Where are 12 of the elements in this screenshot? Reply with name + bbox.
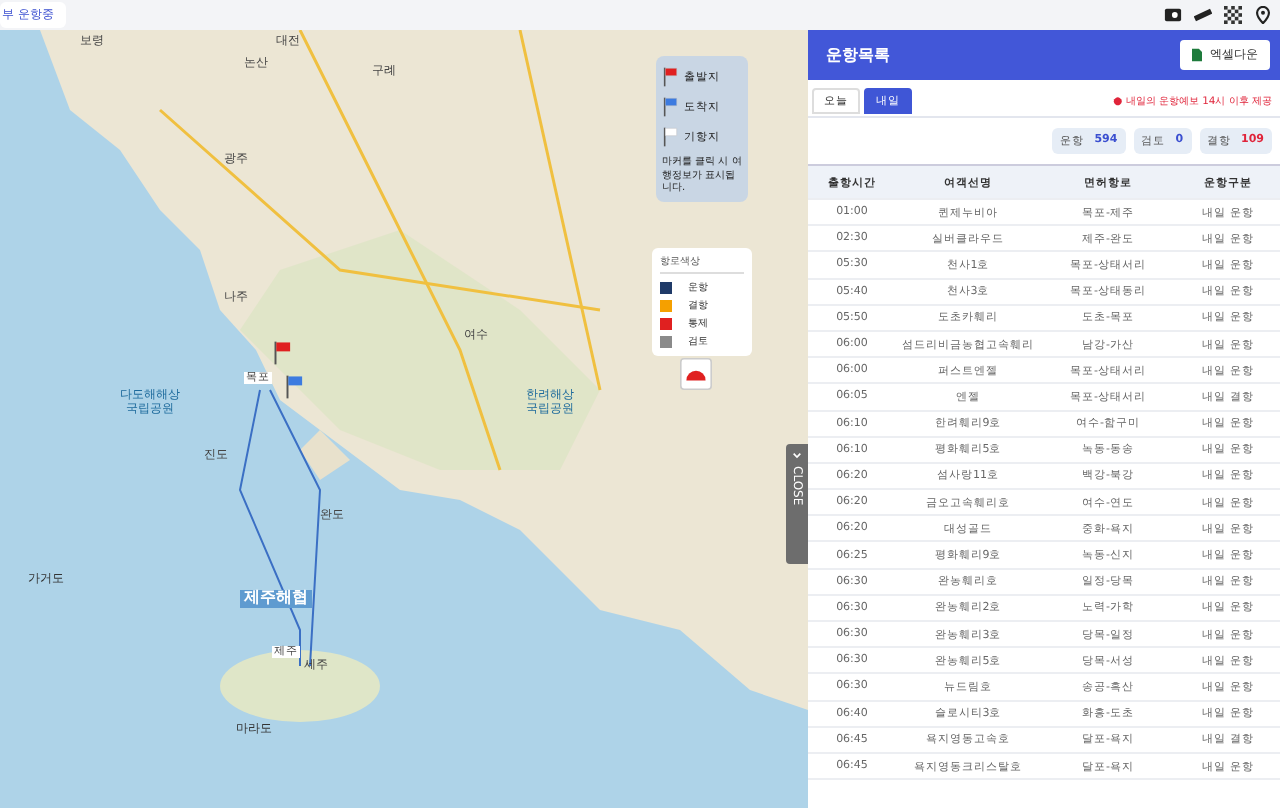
flag-icon	[662, 126, 678, 148]
flag-icon	[662, 96, 678, 118]
grid-icon[interactable]	[1224, 6, 1242, 24]
flag-icon[interactable]	[284, 374, 304, 400]
photo-icon[interactable]	[1164, 6, 1182, 24]
flag-icon	[662, 66, 678, 88]
location-pin-icon[interactable]	[1254, 6, 1272, 24]
chevron-icon	[792, 452, 802, 462]
flag-icon[interactable]	[272, 340, 292, 366]
sea-label: 제주해협	[240, 590, 312, 608]
panel-title: 운항목록	[826, 44, 890, 66]
spreadsheet-icon	[1192, 48, 1202, 62]
